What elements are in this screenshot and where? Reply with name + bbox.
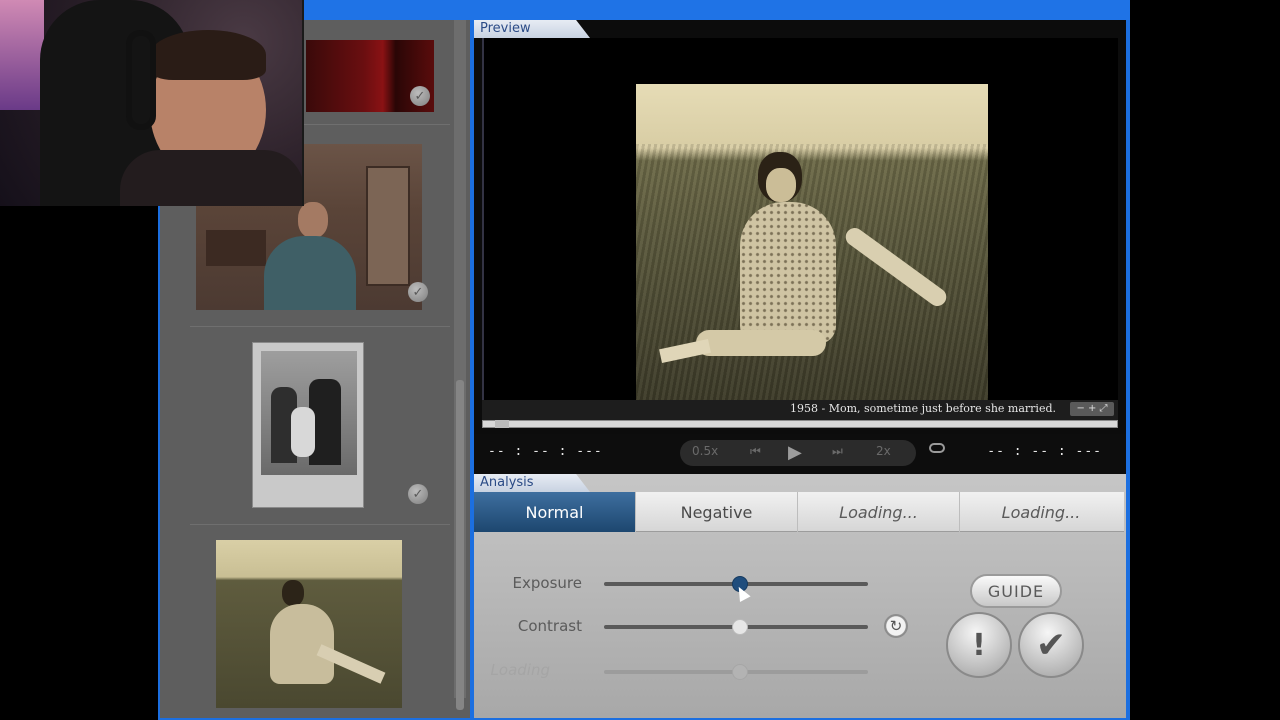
- loop-icon[interactable]: [929, 443, 945, 453]
- step-forward-icon[interactable]: ⏭: [832, 444, 843, 459]
- divider: [190, 326, 450, 327]
- caption-bar: 1958 - Mom, sometime just before she mar…: [482, 400, 1118, 420]
- exposure-slider[interactable]: [604, 576, 868, 592]
- preview-panel: Preview 1958 - Mom, sometime just before…: [474, 20, 1126, 490]
- total-timecode: -- : -- : ---: [987, 444, 1102, 459]
- playback-progress-bar[interactable]: [482, 420, 1118, 428]
- photo-caption: 1958 - Mom, sometime just before she mar…: [790, 402, 1056, 415]
- library-item[interactable]: ✓: [160, 338, 456, 518]
- loading-slider: [604, 664, 868, 680]
- library-item-selected[interactable]: [160, 532, 456, 718]
- screen: ✓ ✓ ✓ Preview 1958 - Mom, sometime just …: [0, 0, 1280, 720]
- checked-icon[interactable]: ✓: [408, 282, 428, 302]
- playback-control-group: 0.5x ⏮ ▶ ⏭ 2x: [680, 440, 916, 466]
- contrast-label: Contrast: [517, 617, 582, 635]
- analysis-mode-tabs: Normal Negative Loading... Loading...: [474, 492, 1124, 532]
- step-back-icon[interactable]: ⏮: [750, 444, 761, 459]
- play-icon[interactable]: ▶: [788, 442, 802, 463]
- reset-icon[interactable]: ↻: [884, 614, 908, 638]
- progress-handle[interactable]: [495, 420, 510, 428]
- tab-loading[interactable]: Loading...: [798, 492, 960, 532]
- caption-zoom-control[interactable]: − + ⤢: [1070, 402, 1114, 416]
- tab-negative[interactable]: Negative: [636, 492, 798, 532]
- preview-panel-tab: Preview: [474, 20, 590, 38]
- checked-icon[interactable]: ✓: [408, 484, 428, 504]
- divider: [190, 524, 450, 525]
- guide-button[interactable]: GUIDE: [970, 574, 1062, 608]
- loading-slider-handle: [732, 664, 748, 680]
- loading-adjustment-label: Loading: [490, 661, 550, 679]
- contrast-slider[interactable]: [604, 619, 868, 635]
- contrast-slider-handle[interactable]: [732, 619, 748, 635]
- speed-double-button[interactable]: 2x: [876, 444, 891, 458]
- tab-normal[interactable]: Normal: [474, 492, 636, 532]
- exposure-label: Exposure: [512, 574, 582, 592]
- webcam-overlay: [0, 0, 304, 206]
- preview-photo: [636, 84, 988, 404]
- alert-button[interactable]: !: [946, 612, 1012, 678]
- checked-icon[interactable]: ✓: [410, 86, 430, 106]
- analysis-panel: Analysis Normal Negative Loading... Load…: [474, 474, 1126, 718]
- family-portrait-thumbnail: [252, 342, 364, 508]
- transport-controls: -- : -- : --- 0.5x ⏮ ▶ ⏭ 2x -- : -- : --…: [474, 434, 1126, 474]
- speed-half-button[interactable]: 0.5x: [692, 444, 718, 458]
- confirm-button[interactable]: ✔: [1018, 612, 1084, 678]
- current-timecode: -- : -- : ---: [488, 444, 603, 459]
- library-scrollbar[interactable]: [454, 20, 466, 710]
- woman-field-thumbnail: [216, 540, 402, 708]
- analysis-panel-tab: Analysis: [474, 474, 590, 492]
- preview-viewport: [482, 38, 1118, 404]
- tab-loading[interactable]: Loading...: [960, 492, 1122, 532]
